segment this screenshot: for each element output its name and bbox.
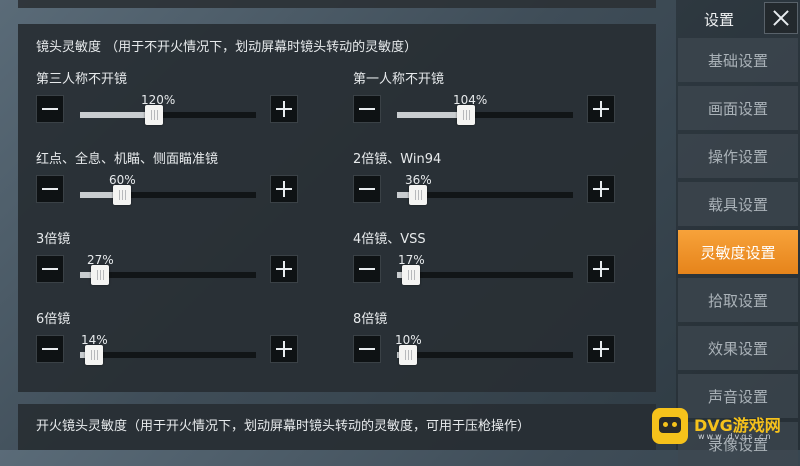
slider-label: 2倍镜、Win94 xyxy=(353,152,442,167)
sidebar-item[interactable]: 画面设置 xyxy=(678,86,798,130)
sidebar-item[interactable]: 效果设置 xyxy=(678,326,798,370)
slider-thumb[interactable] xyxy=(457,105,475,125)
sensitivity-slider-block: 4倍镜、VSS 17% xyxy=(353,228,623,288)
minus-icon xyxy=(42,188,58,190)
slider-track[interactable] xyxy=(80,192,256,198)
minus-icon xyxy=(359,188,375,190)
minus-icon xyxy=(359,268,375,270)
sidebar-item-label: 效果设置 xyxy=(707,339,768,358)
minus-icon xyxy=(359,108,375,110)
sidebar-item-label: 拾取设置 xyxy=(707,291,768,310)
sidebar-item-label: 灵敏度设置 xyxy=(700,243,776,262)
decrease-button[interactable] xyxy=(353,95,381,123)
sensitivity-slider-block: 8倍镜 10% xyxy=(353,308,623,368)
sidebar-item[interactable]: 灵敏度设置 xyxy=(678,230,798,274)
sidebar-item-label: 操作设置 xyxy=(707,147,768,166)
watermark-url: www.dvgs.cn xyxy=(698,432,773,441)
decrease-button[interactable] xyxy=(36,255,64,283)
slider-thumb[interactable] xyxy=(402,265,420,285)
sensitivity-slider-block: 2倍镜、Win94 36% xyxy=(353,148,623,208)
decrease-button[interactable] xyxy=(353,335,381,363)
slider-label: 第一人称不开镜 xyxy=(353,72,445,87)
slider-track[interactable] xyxy=(80,352,256,358)
slider-value: 17% xyxy=(398,253,425,267)
slider-track[interactable] xyxy=(397,272,573,278)
increase-button[interactable] xyxy=(270,335,298,363)
slider-thumb[interactable] xyxy=(113,185,131,205)
sidebar-item[interactable]: 基础设置 xyxy=(678,38,798,82)
top-panel-edge xyxy=(18,0,656,8)
sidebar-item[interactable]: 拾取设置 xyxy=(678,278,798,322)
increase-button[interactable] xyxy=(587,335,615,363)
slider-thumb[interactable] xyxy=(91,265,109,285)
slider-label: 4倍镜、VSS xyxy=(353,232,426,247)
slider-label: 8倍镜 xyxy=(353,312,388,327)
slider-label: 6倍镜 xyxy=(36,312,71,327)
decrease-button[interactable] xyxy=(36,175,64,203)
slider-value: 104% xyxy=(453,93,488,107)
decrease-button[interactable] xyxy=(353,175,381,203)
sensitivity-slider-block: 第一人称不开镜 104% xyxy=(353,68,623,128)
slider-value: 27% xyxy=(87,253,114,267)
section-title-lens: 镜头灵敏度 （用于不开火情况下，划动屏幕时镜头转动的灵敏度） xyxy=(36,40,418,55)
decrease-button[interactable] xyxy=(36,95,64,123)
slider-value: 14% xyxy=(81,333,108,347)
sensitivity-slider-block: 3倍镜 27% xyxy=(36,228,306,288)
slider-value: 10% xyxy=(395,333,422,347)
minus-icon xyxy=(42,268,58,270)
slider-label: 第三人称不开镜 xyxy=(36,72,128,87)
increase-button[interactable] xyxy=(270,175,298,203)
slider-value: 36% xyxy=(405,173,432,187)
increase-button[interactable] xyxy=(270,255,298,283)
sidebar-item[interactable]: 操作设置 xyxy=(678,134,798,178)
increase-button[interactable] xyxy=(587,95,615,123)
dvg-logo-watermark: DVG游戏网 www.dvgs.cn xyxy=(646,404,800,450)
sidebar-item-label: 载具设置 xyxy=(707,195,768,214)
sidebar-item-label: 基础设置 xyxy=(707,51,768,70)
sensitivity-slider-block: 红点、全息、机瞄、侧面瞄准镜 60% xyxy=(36,148,306,208)
decrease-button[interactable] xyxy=(36,335,64,363)
sensitivity-slider-block: 第三人称不开镜 120% xyxy=(36,68,306,128)
decrease-button[interactable] xyxy=(353,255,381,283)
increase-button[interactable] xyxy=(270,95,298,123)
minus-icon xyxy=(42,108,58,110)
slider-track[interactable] xyxy=(397,112,573,118)
slider-value: 60% xyxy=(109,173,136,187)
increase-button[interactable] xyxy=(587,255,615,283)
slider-thumb[interactable] xyxy=(399,345,417,365)
sidebar-item[interactable]: 载具设置 xyxy=(678,182,798,226)
settings-title: 设置 xyxy=(704,11,735,29)
sidebar-item-label: 画面设置 xyxy=(707,99,768,118)
close-button[interactable] xyxy=(764,2,798,34)
sensitivity-slider-block: 6倍镜 14% xyxy=(36,308,306,368)
slider-track[interactable] xyxy=(80,112,256,118)
slider-track[interactable] xyxy=(397,352,573,358)
minus-icon xyxy=(42,348,58,350)
slider-value: 120% xyxy=(141,93,176,107)
slider-thumb[interactable] xyxy=(145,105,163,125)
minus-icon xyxy=(359,348,375,350)
slider-label: 3倍镜 xyxy=(36,232,71,247)
slider-label: 红点、全息、机瞄、侧面瞄准镜 xyxy=(36,152,219,167)
increase-button[interactable] xyxy=(587,175,615,203)
section-title-fire: 开火镜头灵敏度（用于开火情况下，划动屏幕时镜头转动的灵敏度，可用于压枪操作） xyxy=(36,419,531,434)
slider-fill xyxy=(397,112,466,118)
gamepad-logo-icon xyxy=(652,408,688,444)
slider-fill xyxy=(80,112,154,118)
slider-thumb[interactable] xyxy=(85,345,103,365)
slider-thumb[interactable] xyxy=(409,185,427,205)
